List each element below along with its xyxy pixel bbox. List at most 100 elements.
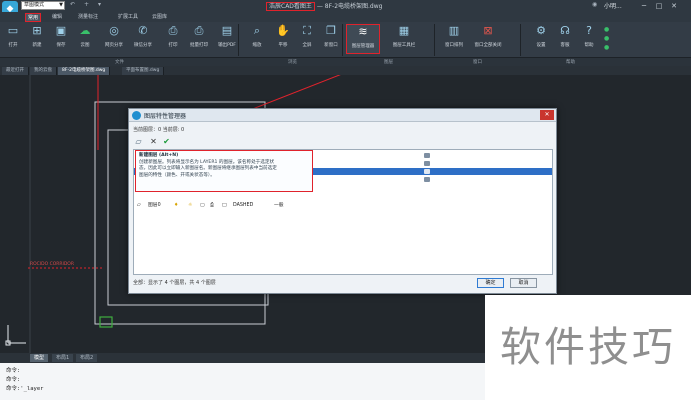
new-button[interactable]: ⊞ 新建 bbox=[24, 24, 50, 54]
current-layer-label: 当前图层：0 当前层: 0 bbox=[133, 127, 185, 133]
layer-toolbar-button[interactable]: ▦ 图层工具栏 bbox=[388, 24, 420, 54]
support-button[interactable]: ☊ 客服 bbox=[552, 24, 578, 54]
batch-print-button[interactable]: ⎙ 批量打印 bbox=[186, 24, 212, 54]
layer-manager-dialog: 图层特性管理器 ✕ 当前图层：0 当前层: 0 ▱ ✕ ✔ 新建图层 (Alt+… bbox=[128, 108, 557, 294]
cloud-icon: ☁ bbox=[79, 24, 91, 37]
zoom-icon: ⌕ bbox=[253, 24, 261, 37]
green-marker bbox=[99, 316, 113, 328]
close-all-icon: ⊠ bbox=[483, 24, 493, 37]
layer-manager-button[interactable]: ≋ 图层管理器 bbox=[346, 24, 380, 54]
delete-layer-icon[interactable]: ✕ bbox=[148, 136, 159, 147]
tab-layout-1[interactable]: 布局1 bbox=[52, 354, 74, 362]
file-tab-floorplan[interactable]: 平面布置图.dwg bbox=[122, 67, 165, 75]
close-icon[interactable]: ✕ bbox=[540, 110, 554, 120]
green-circle-icon[interactable]: ● bbox=[604, 26, 609, 33]
mode-select-value: 草图模式 bbox=[24, 2, 45, 8]
ribbon-group-labels bbox=[0, 58, 691, 66]
lock-icon[interactable]: ▢ bbox=[200, 202, 205, 209]
cancel-button[interactable]: 取消 bbox=[510, 278, 537, 288]
undo-icon[interactable]: ↶ bbox=[70, 1, 75, 8]
layers-icon: ≋ bbox=[358, 25, 368, 38]
print-button[interactable]: ⎙ 打印 bbox=[160, 24, 186, 54]
save-button[interactable]: ▣ 保存 bbox=[48, 24, 74, 54]
tab-extensions[interactable]: 扩展工具 bbox=[116, 13, 140, 22]
minimize-icon[interactable]: ─ bbox=[637, 0, 651, 12]
tab-cloud-library[interactable]: 云图库 bbox=[150, 13, 169, 22]
color-swatch[interactable]: □ bbox=[222, 202, 227, 209]
tab-home[interactable]: 常用 bbox=[25, 13, 42, 22]
tab-model[interactable]: 模型 bbox=[30, 354, 49, 362]
window-close-icon[interactable]: ✕ bbox=[667, 0, 681, 12]
export-pdf-button[interactable]: ▤ 输出PDF bbox=[214, 24, 240, 54]
redo-icon[interactable]: + bbox=[84, 1, 89, 8]
dialog-title: 图层特性管理器 bbox=[144, 113, 187, 120]
layout-tabs: 模型 布局1 布局2 bbox=[0, 353, 485, 363]
dialog-titlebar[interactable]: 图层特性管理器 ✕ bbox=[129, 109, 556, 122]
batch-print-icon: ⎙ bbox=[194, 24, 204, 37]
file-tabs: 最近打开 我的云盘 8F-2电缆桥架图.dwg 平面布置图.dwg bbox=[0, 66, 691, 75]
layer-lineweight: 一般 bbox=[274, 203, 284, 208]
open-button[interactable]: ▭ 打开 bbox=[0, 24, 26, 54]
group-label-help: 帮助 bbox=[566, 60, 575, 65]
pdf-icon: ▤ bbox=[221, 24, 233, 37]
mode-select[interactable]: 草图模式 ▼ bbox=[21, 1, 65, 10]
group-label-file: 文件 bbox=[115, 60, 124, 65]
drawing-annotation: ROCIDO CORRIDOR bbox=[30, 261, 74, 267]
pan-hand-icon: ✋ bbox=[276, 24, 290, 37]
web-share-button[interactable]: ◎ 网页分享 bbox=[101, 24, 127, 54]
maximize-icon[interactable]: □ bbox=[652, 0, 666, 12]
plot-icon bbox=[424, 169, 430, 174]
help-button[interactable]: ? 帮助 bbox=[576, 24, 602, 54]
wechat-share-button[interactable]: ✆ 微信分享 bbox=[130, 24, 156, 54]
print-icon: ⎙ bbox=[168, 24, 178, 37]
pan-button[interactable]: ✋ 平移 bbox=[270, 24, 296, 54]
new-layer-icon[interactable]: ▱ bbox=[133, 136, 144, 147]
group-label-browse: 浏览 bbox=[288, 60, 297, 65]
set-current-icon[interactable]: ✔ bbox=[161, 136, 172, 147]
arrange-windows-button[interactable]: ▥ 窗口排列 bbox=[440, 24, 468, 54]
layer-linetype: DASHED bbox=[233, 203, 254, 208]
tab-measure[interactable]: 测量标注 bbox=[76, 13, 100, 22]
headset-icon: ☊ bbox=[560, 24, 570, 37]
gear-icon: ⚙ bbox=[536, 24, 546, 37]
help-icon: ? bbox=[586, 24, 592, 37]
tab-edit[interactable]: 编辑 bbox=[50, 13, 64, 22]
new-layer-tooltip: 新建图层 (Alt+N) 创建新图层。列表将显示名为 LAYER1 的图层。该名… bbox=[135, 150, 313, 192]
ok-button[interactable]: 确定 bbox=[477, 278, 504, 288]
plot-icon bbox=[424, 177, 430, 182]
close-all-windows-button[interactable]: ⊠ 窗口全部关闭 bbox=[470, 24, 506, 54]
new-window-icon: ❐ bbox=[326, 24, 336, 37]
cloud-button[interactable]: ☁ 云图 bbox=[72, 24, 98, 54]
group-label-layer: 图层 bbox=[384, 60, 393, 65]
table-row[interactable]: ▱ 图层0 ♦ ☼ ▢ ⎙ □ DASHED 一般 bbox=[134, 202, 552, 209]
user-avatar-icon[interactable]: ◉ bbox=[592, 1, 597, 8]
arrange-windows-icon: ▥ bbox=[448, 24, 460, 37]
green-circle-icon[interactable]: ● bbox=[604, 35, 609, 42]
ribbon-divider bbox=[434, 24, 435, 56]
command-line[interactable]: 命令: 命令: 命令:'_layer bbox=[0, 363, 485, 400]
printer-icon[interactable]: ⎙ bbox=[210, 202, 214, 209]
settings-button[interactable]: ⚙ 设置 bbox=[528, 24, 554, 54]
layer-name: 图层0 bbox=[148, 203, 161, 208]
plot-icon bbox=[424, 161, 430, 166]
tab-layout-2[interactable]: 布局2 bbox=[76, 354, 98, 362]
group-label-window: 窗口 bbox=[473, 60, 482, 65]
new-window-button[interactable]: ❐ 新窗口 bbox=[318, 24, 344, 54]
bulb-icon[interactable]: ♦ bbox=[174, 202, 178, 209]
menu-bar: 常用 编辑 测量标注 扩展工具 云图库 bbox=[0, 12, 691, 22]
file-tab-cloud[interactable]: 我的云盘 bbox=[30, 67, 57, 75]
user-name[interactable]: 小明... bbox=[604, 1, 622, 10]
web-share-icon: ◎ bbox=[109, 24, 119, 37]
layer-list[interactable]: 新建图层 (Alt+N) 创建新图层。列表将显示名为 LAYER1 的图层。该名… bbox=[133, 149, 553, 275]
zoom-button[interactable]: ⌕ 缩放 bbox=[244, 24, 270, 54]
new-file-icon: ⊞ bbox=[32, 24, 42, 37]
green-circle-icon[interactable]: ● bbox=[604, 44, 609, 51]
fullscreen-button[interactable]: ⛶ 全屏 bbox=[294, 24, 320, 54]
dropdown-icon[interactable]: ▾ bbox=[98, 1, 101, 8]
file-tab-recent[interactable]: 最近打开 bbox=[2, 67, 29, 75]
sun-icon[interactable]: ☼ bbox=[188, 202, 192, 209]
window-title: 浩辰CAD看图王 — 8F-2电缆桥架图.dwg bbox=[266, 1, 382, 11]
file-tab-active[interactable]: 8F-2电缆桥架图.dwg bbox=[58, 67, 111, 75]
layer-count-status: 全部：显示了 4 个图层，共 4 个图层 bbox=[133, 280, 216, 286]
ribbon-divider bbox=[342, 24, 343, 56]
